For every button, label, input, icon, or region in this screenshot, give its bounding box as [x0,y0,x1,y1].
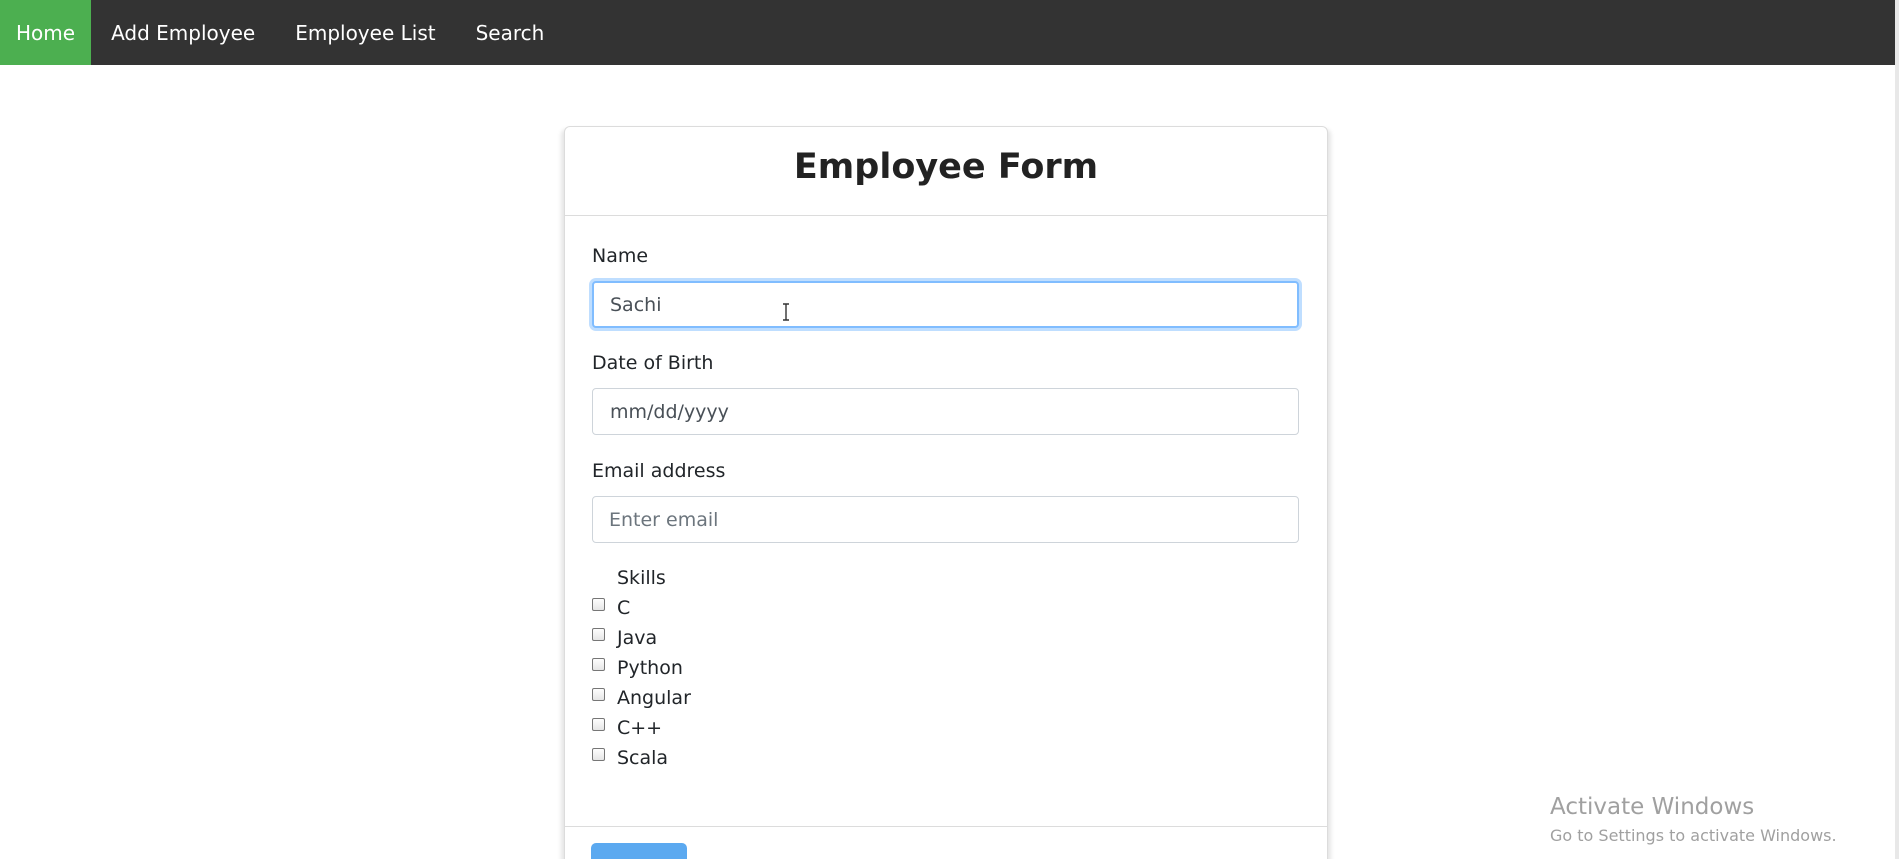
skill-label: Angular [617,687,691,709]
skill-label: Java [617,627,658,649]
skill-label: C++ [617,717,663,739]
dob-label: Date of Birth [592,352,714,374]
nav-home[interactable]: Home [0,0,92,65]
skill-option-python[interactable]: Python [592,653,683,683]
dob-placeholder: mm/dd/yyyy [610,401,729,423]
skills-legend: Skills [617,567,666,589]
nav-employee-list[interactable]: Employee List [275,0,455,65]
skill-checkbox[interactable] [592,657,605,671]
skill-checkbox[interactable] [592,687,605,701]
text-cursor-icon [783,303,789,321]
submit-button[interactable] [591,843,687,859]
top-navbar: Home Add Employee Employee List Search [0,0,1895,65]
name-label: Name [592,245,649,267]
skill-option-java[interactable]: Java [592,623,657,653]
windows-activation-watermark: Activate Windows Go to Settings to activ… [1550,794,1837,845]
skill-option-cpp[interactable]: C++ [592,713,662,743]
skill-label: Scala [617,747,669,769]
email-label: Email address [592,460,726,482]
skill-label: C [617,597,631,619]
form-title: Employee Form [793,147,1099,187]
skill-option-c[interactable]: C [592,593,630,623]
skill-checkbox[interactable] [592,747,605,761]
skill-label: Python [617,657,683,679]
skill-checkbox[interactable] [592,597,605,611]
skill-checkbox[interactable] [592,627,605,641]
watermark-subtitle: Go to Settings to activate Windows. [1550,826,1837,845]
skill-option-scala[interactable]: Scala [592,743,668,773]
watermark-title: Activate Windows [1550,794,1755,820]
email-input[interactable] [592,496,1299,543]
skill-checkbox[interactable] [592,717,605,731]
dob-input[interactable]: mm/dd/yyyy [592,388,1299,435]
vertical-scrollbar[interactable] [1895,0,1899,859]
card-footer-divider [565,826,1327,827]
nav-search[interactable]: Search [456,0,565,65]
page-viewport: Home Add Employee Employee List Search E… [0,0,1899,859]
name-input[interactable] [592,281,1299,328]
employee-form-card: Employee Form Name Date of Birth mm/dd/y… [564,126,1328,859]
skill-option-angular[interactable]: Angular [592,683,691,713]
nav-add-employee[interactable]: Add Employee [91,0,275,65]
card-header: Employee Form [565,127,1327,216]
